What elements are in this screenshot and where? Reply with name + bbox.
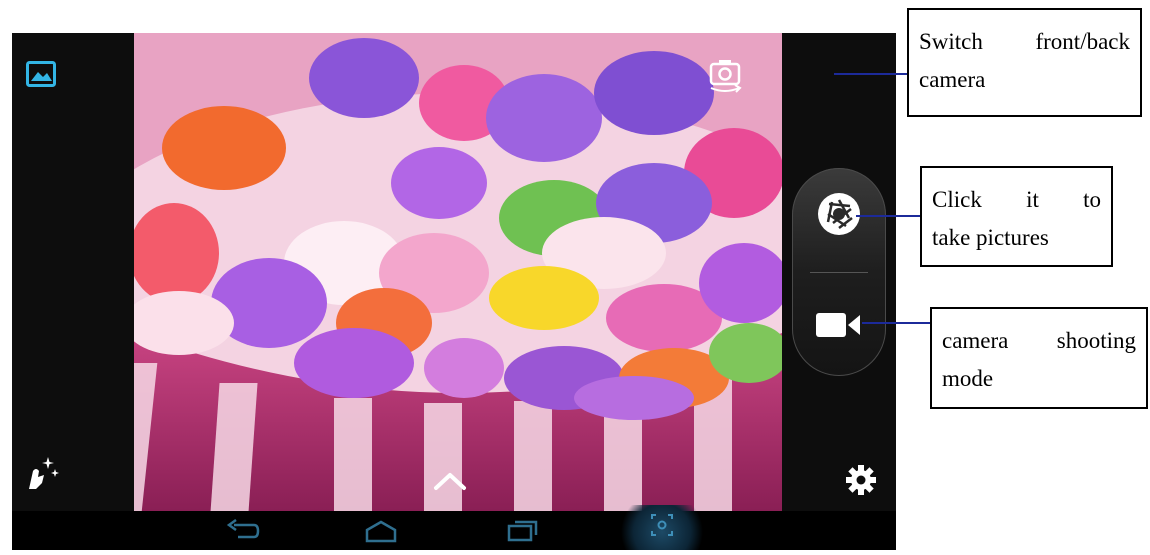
leader-line-switch-camera bbox=[834, 73, 908, 75]
leader-line-shutter bbox=[856, 215, 922, 217]
gear-icon[interactable] bbox=[844, 463, 878, 497]
camera-viewfinder[interactable] bbox=[134, 33, 782, 511]
leader-line-video bbox=[862, 322, 932, 324]
panel-divider bbox=[810, 272, 868, 273]
callout-switch-camera: Switch front/back camera bbox=[907, 8, 1142, 117]
system-navigation-bar bbox=[12, 505, 896, 550]
back-arrow-icon[interactable] bbox=[226, 518, 260, 543]
effects-wand-icon[interactable] bbox=[24, 453, 60, 493]
callout-shooting-mode: camera shooting mode bbox=[930, 307, 1148, 409]
capture-control-panel bbox=[792, 168, 886, 376]
callout-shooting-mode-line2: mode bbox=[942, 366, 994, 391]
gallery-thumbnail-icon[interactable] bbox=[26, 61, 56, 87]
callout-switch-camera-line2: camera bbox=[919, 67, 986, 92]
chevron-up-icon[interactable] bbox=[432, 468, 468, 492]
screenshot-icon[interactable] bbox=[612, 505, 712, 550]
callout-shooting-mode-line1: camera shooting bbox=[942, 328, 1136, 353]
callout-switch-camera-line1: Switch front/back bbox=[919, 29, 1130, 54]
video-camera-icon[interactable] bbox=[814, 309, 864, 341]
home-icon[interactable] bbox=[364, 519, 398, 543]
shutter-aperture-icon[interactable] bbox=[815, 190, 863, 238]
left-control-bar bbox=[12, 33, 134, 511]
viewfinder-preview-image bbox=[134, 33, 782, 511]
callout-take-picture-line2: take pictures bbox=[932, 225, 1049, 250]
camera-app-screen bbox=[12, 33, 896, 550]
callout-take-picture-line1: Click it to bbox=[932, 187, 1101, 212]
callout-take-picture: Click it to take pictures bbox=[920, 166, 1113, 267]
recent-apps-icon[interactable] bbox=[506, 517, 540, 543]
camera-switch-icon[interactable] bbox=[705, 58, 745, 94]
